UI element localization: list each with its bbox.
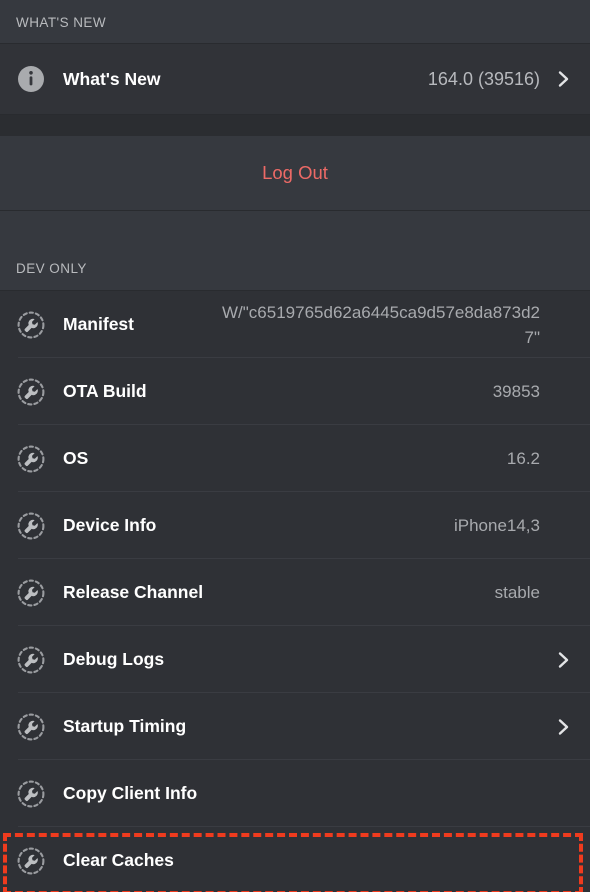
row-label: Copy Client Info — [63, 783, 198, 803]
row-value: 164.0 (39516) — [427, 68, 540, 89]
row-device-info[interactable]: Device Info iPhone14,3 — [0, 492, 590, 559]
row-debug-logs[interactable]: Debug Logs — [0, 626, 590, 693]
row-whats-new[interactable]: What's New 164.0 (39516) — [0, 44, 590, 114]
section-header-label: WHAT'S NEW — [16, 15, 107, 30]
section-header-dev-only: DEV ONLY — [0, 211, 590, 290]
row-label: Clear Caches — [63, 850, 174, 870]
row-label: Device Info — [63, 515, 157, 535]
wrench-circle-icon — [16, 444, 46, 474]
row-value: 16.2 — [506, 449, 540, 468]
row-label: OS — [63, 448, 89, 468]
row-label: Manifest — [63, 314, 134, 334]
wrench-circle-icon — [16, 846, 46, 876]
section-header-label: DEV ONLY — [16, 261, 87, 276]
row-value: iPhone14,3 — [453, 516, 540, 535]
chevron-right-icon[interactable] — [552, 716, 574, 738]
dev-only-list: Manifest W/"c6519765d62a6445ca9d57e8da87… — [0, 291, 590, 892]
row-label: Startup Timing — [63, 716, 187, 736]
chevron-right-icon[interactable] — [552, 649, 574, 671]
wrench-circle-icon — [16, 712, 46, 742]
wrench-circle-icon — [16, 645, 46, 675]
chevron-right-icon[interactable] — [552, 68, 574, 90]
settings-screen: WHAT'S NEW What's New 164.0 (39516) Log … — [0, 0, 590, 892]
row-value: stable — [494, 583, 540, 602]
logout-label: Log Out — [262, 162, 328, 183]
row-manifest[interactable]: Manifest W/"c6519765d62a6445ca9d57e8da87… — [0, 291, 590, 358]
info-circle-icon — [16, 64, 46, 94]
logout-button[interactable]: Log Out — [0, 136, 590, 210]
row-clear-caches[interactable]: Clear Caches — [0, 827, 590, 892]
wrench-circle-icon — [16, 779, 46, 809]
wrench-circle-icon — [16, 377, 46, 407]
row-copy-client-info[interactable]: Copy Client Info — [0, 760, 590, 827]
wrench-circle-icon — [16, 310, 46, 340]
row-label: Release Channel — [63, 582, 204, 602]
row-value: 39853 — [492, 382, 540, 401]
row-value: W/"c6519765d62a6445ca9d57e8da873d27" — [222, 302, 540, 347]
row-startup-timing[interactable]: Startup Timing — [0, 693, 590, 760]
row-label: What's New — [63, 68, 161, 89]
wrench-circle-icon — [16, 511, 46, 541]
section-header-whats-new: WHAT'S NEW — [0, 0, 590, 43]
section-gap — [0, 115, 590, 136]
wrench-circle-icon — [16, 578, 46, 608]
row-ota-build[interactable]: OTA Build 39853 — [0, 358, 590, 425]
row-label: OTA Build — [63, 381, 147, 401]
row-label: Debug Logs — [63, 649, 165, 669]
row-release-channel[interactable]: Release Channel stable — [0, 559, 590, 626]
row-os[interactable]: OS 16.2 — [0, 425, 590, 492]
